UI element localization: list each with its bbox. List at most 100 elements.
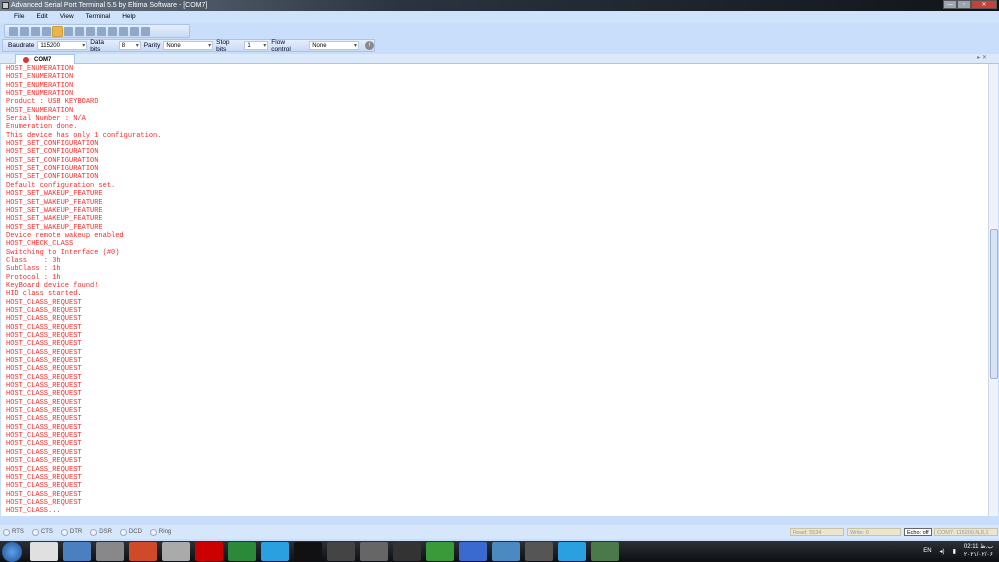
terminal-line: HOST_CLASS...	[6, 507, 61, 516]
window-title: Advanced Serial Port Terminal 5.5 by Elt…	[11, 2, 208, 9]
new-session-icon[interactable]	[9, 27, 18, 36]
terminal-line: HOST_CLASS_REQUEST	[6, 440, 82, 449]
taskbar-app-13[interactable]: app	[459, 542, 487, 561]
taskbar-app-14[interactable]: app	[492, 542, 520, 561]
taskbar-app-11[interactable]: USB	[393, 542, 421, 561]
taskbar-app-1[interactable]: explorer	[63, 542, 91, 561]
terminal-line: HOST_SET_WAKEUP_FEATURE	[6, 190, 103, 199]
echo-status[interactable]: Echo: off	[904, 528, 932, 536]
terminal-line: HOST_ENUMERATION	[6, 65, 74, 73]
terminal-line: HOST_CLASS_REQUEST	[6, 423, 82, 432]
taskbar-app-2[interactable]: unity	[96, 542, 124, 561]
taskbar-app-17[interactable]: app	[591, 542, 619, 561]
signal-ring: Ring	[149, 528, 171, 536]
terminal-line: HOST_SET_WAKEUP_FEATURE	[6, 198, 103, 207]
start-button[interactable]	[2, 541, 22, 562]
taskbar-app-8[interactable]: app	[294, 542, 322, 561]
send-icon[interactable]	[86, 27, 95, 36]
taskbar-app-9[interactable]: app	[327, 542, 355, 561]
toolbar	[4, 24, 190, 38]
globe-icon[interactable]	[141, 27, 150, 36]
terminal-output[interactable]: HOST_ENUMERATION HOST_ENUMERATION HOST_ENU…	[1, 64, 988, 516]
menu-terminal[interactable]: Terminal	[80, 11, 117, 23]
view-split-icon[interactable]	[75, 27, 84, 36]
clock[interactable]: 02:11 ب.ظ ۲۰۲۱/۰۲/۰۶	[964, 543, 993, 559]
terminal-line: HOST_CLASS_REQUEST	[6, 365, 82, 374]
databits-label: Data bits	[90, 38, 104, 53]
volume-icon[interactable]: ◂)	[940, 548, 945, 555]
signal-cts: CTS	[31, 528, 53, 536]
terminal-line: HOST_SET_CONFIGURATION	[6, 156, 99, 165]
terminal-line: HOST_SET_CONFIGURATION	[6, 173, 99, 182]
menu-bar: File Edit View Terminal Help	[0, 11, 999, 23]
terminal-line: HOST_CLASS_REQUEST	[6, 407, 82, 416]
taskbar-app-6[interactable]: ie	[228, 542, 256, 561]
terminal-line: HOST_CLASS_REQUEST	[6, 340, 82, 349]
layout-icon-3[interactable]	[119, 27, 128, 36]
view-hex-icon[interactable]	[64, 27, 73, 36]
terminal-line: HOST_CLASS_REQUEST	[6, 498, 82, 507]
flow-control-select[interactable]: None	[309, 41, 360, 50]
terminal-line: HOST_SET_CONFIGURATION	[6, 140, 99, 149]
terminal-line: HOST_CLASS_REQUEST	[6, 465, 82, 474]
taskbar-app-7[interactable]: MX	[261, 542, 289, 561]
taskbar-app-10[interactable]: terminal	[360, 542, 388, 561]
terminal-line: HOST_CLASS_REQUEST	[6, 332, 82, 340]
minimize-button[interactable]: —	[943, 0, 957, 9]
terminal-line: Protocol : 1h	[6, 273, 61, 282]
taskbar-app-4[interactable]: x	[162, 542, 190, 561]
terminal-line: HID class started.	[6, 290, 82, 299]
info-icon[interactable]: i	[365, 41, 375, 50]
close-button[interactable]: ✕	[971, 0, 997, 9]
tab-com7[interactable]: COM7	[15, 54, 75, 64]
copy-icon[interactable]	[42, 27, 51, 36]
terminal-line: HOST_CLASS_REQUEST	[6, 348, 82, 357]
view-mode-icon[interactable]	[52, 26, 63, 37]
terminal-line: HOST_SET_CONFIGURATION	[6, 165, 99, 174]
signal-dsr: DSR	[90, 528, 112, 536]
terminal-line: HOST_CLASS_REQUEST	[6, 306, 82, 315]
menu-edit[interactable]: Edit	[30, 11, 53, 23]
terminal-line: HOST_SET_CONFIGURATION	[6, 148, 99, 157]
tab-strip: COM7 ▸ ✕	[0, 54, 999, 64]
close-port-icon[interactable]	[31, 27, 40, 36]
taskbar-app-12[interactable]: clover	[426, 542, 454, 561]
terminal-line: HOST_CLASS_REQUEST	[6, 315, 82, 324]
menu-view[interactable]: View	[54, 11, 80, 23]
vertical-scrollbar[interactable]	[988, 64, 998, 516]
signal-dcd: DCD	[119, 528, 142, 536]
system-tray: EN ◂) ▮ 02:11 ب.ظ ۲۰۲۱/۰۲/۰۶	[923, 543, 993, 559]
baudrate-select[interactable]: 115200	[37, 41, 88, 50]
language-indicator[interactable]: EN	[923, 548, 931, 554]
signal-dtr: DTR	[60, 528, 82, 536]
taskbar-app-0[interactable]: chrome	[30, 542, 58, 561]
layout-icon-4[interactable]	[130, 27, 139, 36]
network-icon[interactable]: ▮	[953, 548, 956, 555]
port-status: COM7: 115200,N,8,1	[934, 528, 998, 536]
taskbar-app-3[interactable]: matlab	[129, 542, 157, 561]
layout-icon-2[interactable]	[108, 27, 117, 36]
taskbar-app-16[interactable]: MX	[558, 542, 586, 561]
layout-icon-1[interactable]	[97, 27, 106, 36]
terminal-line: HOST_CHECK_CLASS	[6, 240, 74, 249]
terminal-line: KeyBoard device found!	[6, 281, 99, 290]
terminal-line: HOST_CLASS_REQUEST	[6, 357, 82, 366]
read-count: Read: 5534	[790, 528, 844, 536]
terminal-line: HOST_CLASS_REQUEST	[6, 373, 82, 382]
databits-select[interactable]: 8	[118, 41, 141, 50]
maximize-button[interactable]: ▫	[957, 0, 971, 9]
flow-control-label: Flow control	[271, 38, 291, 53]
terminal-line: HOST_SET_WAKEUP_FEATURE	[6, 223, 103, 232]
menu-help[interactable]: Help	[116, 11, 141, 23]
open-port-icon[interactable]	[20, 27, 29, 36]
taskbar-app-5[interactable]: CV AVR	[195, 542, 223, 561]
stopbits-label: Stop bits	[216, 38, 230, 53]
parity-select[interactable]: None	[163, 41, 214, 50]
terminal-line: Default configuration set.	[6, 181, 116, 190]
taskbar-app-15[interactable]: P	[525, 542, 553, 561]
close-tab-icon[interactable]: ▸ ✕	[977, 54, 987, 61]
menu-file[interactable]: File	[8, 11, 30, 23]
scrollbar-thumb[interactable]	[990, 229, 998, 379]
terminal-line: HOST_ENUMERATION	[6, 73, 74, 82]
stopbits-select[interactable]: 1	[244, 41, 269, 50]
